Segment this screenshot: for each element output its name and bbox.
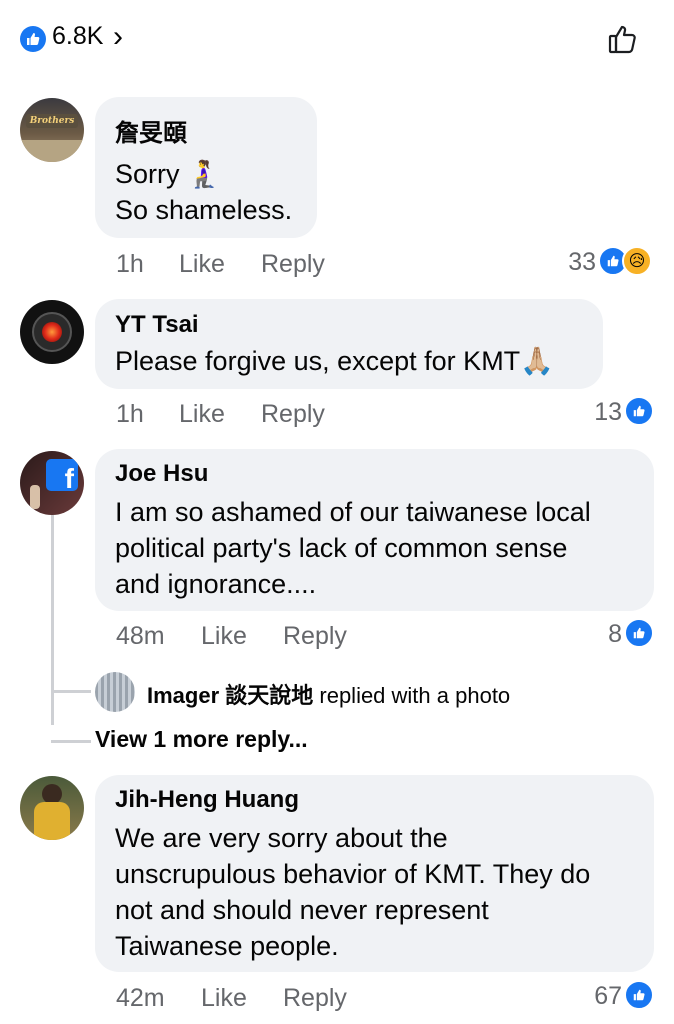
reaction-count[interactable]: 8: [590, 620, 622, 649]
like-button[interactable]: Like: [201, 622, 247, 651]
thumbs-up-icon[interactable]: [606, 22, 640, 56]
comment-timestamp[interactable]: 42m: [116, 984, 165, 1013]
comment-text-line: political party's lack of common sense: [115, 533, 568, 563]
comment-text-line: not and should never represent: [115, 895, 489, 925]
reply-author-name[interactable]: Imager 談天說地: [147, 683, 313, 708]
comment-timestamp[interactable]: 1h: [116, 400, 144, 429]
like-reaction-icon[interactable]: [20, 26, 46, 52]
like-icon: [624, 618, 654, 648]
reaction-icons[interactable]: 😥: [598, 246, 652, 276]
commenter-name[interactable]: 詹旻頤: [115, 113, 187, 148]
commenter-name[interactable]: Jih-Heng Huang: [115, 786, 299, 814]
comment-text-line: Taiwanese people.: [115, 931, 339, 961]
chevron-right-icon[interactable]: ›: [113, 20, 123, 54]
comment-text-line: We are very sorry about the: [115, 823, 448, 853]
reaction-count[interactable]: 33: [560, 248, 596, 277]
reaction-icons[interactable]: [624, 396, 654, 426]
reaction-icons[interactable]: [624, 618, 654, 648]
reaction-count[interactable]: 13: [580, 398, 622, 427]
reply-button[interactable]: Reply: [283, 622, 347, 651]
reaction-count[interactable]: 67: [584, 982, 622, 1011]
like-icon: [624, 396, 654, 426]
like-button[interactable]: Like: [179, 250, 225, 279]
thread-line: [51, 515, 54, 725]
like-button[interactable]: Like: [201, 984, 247, 1013]
reaction-icons[interactable]: [624, 980, 654, 1010]
avatar[interactable]: f: [20, 451, 84, 515]
comment-text-line: Please forgive us, except for KMT🙏🏼: [115, 346, 554, 376]
comment-text-line: Sorry 🧎‍♀️: [115, 159, 221, 189]
reply-button[interactable]: Reply: [261, 400, 325, 429]
comment-text-line: So shameless.: [115, 195, 293, 225]
reply-avatar[interactable]: [95, 672, 135, 712]
thread-connector: [51, 690, 91, 693]
comment-text-line: I am so ashamed of our taiwanese local: [115, 497, 591, 527]
avatar[interactable]: Brothers: [20, 98, 84, 162]
avatar[interactable]: [20, 776, 84, 840]
reply-button[interactable]: Reply: [283, 984, 347, 1013]
thread-connector: [51, 740, 91, 743]
reaction-total-count[interactable]: 6.8K: [52, 22, 103, 51]
sad-icon: 😥: [622, 246, 652, 276]
view-more-replies-link[interactable]: View 1 more reply...: [95, 726, 308, 753]
facebook-logo-icon: f: [46, 459, 78, 494]
comment-timestamp[interactable]: 1h: [116, 250, 144, 279]
comment-timestamp[interactable]: 48m: [116, 622, 165, 651]
reply-button[interactable]: Reply: [261, 250, 325, 279]
avatar-logo-text: Brothers: [26, 114, 78, 128]
reply-action-text: replied with a photo: [313, 683, 511, 708]
commenter-name[interactable]: Joe Hsu: [115, 460, 208, 488]
like-button[interactable]: Like: [179, 400, 225, 429]
comment-text-line: and ignorance....: [115, 569, 317, 599]
commenter-name[interactable]: YT Tsai: [115, 311, 199, 339]
like-icon: [624, 980, 654, 1010]
comment-text-line: unscrupulous behavior of KMT. They do: [115, 859, 591, 889]
avatar[interactable]: [20, 300, 84, 364]
reply-preview[interactable]: Imager 談天說地 replied with a photo: [147, 678, 510, 710]
